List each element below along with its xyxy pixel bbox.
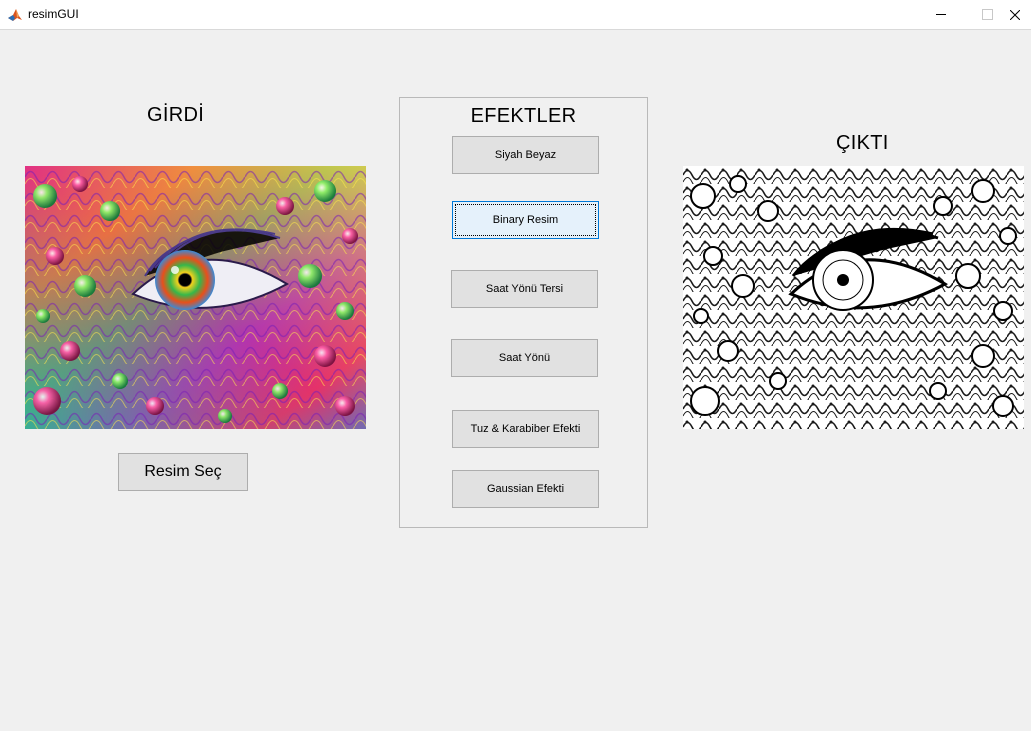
output-image — [683, 166, 1024, 429]
clockwise-button[interactable]: Saat Yönü — [451, 339, 598, 377]
output-heading: ÇIKTI — [836, 132, 889, 154]
close-button[interactable] — [1010, 0, 1031, 29]
salt-pepper-button[interactable]: Tuz & Karabiber Efekti — [452, 410, 599, 448]
input-image — [25, 166, 366, 429]
title-bar: resimGUI — [0, 0, 1031, 30]
gaussian-button[interactable]: Gaussian Efekti — [452, 470, 599, 508]
minimize-icon — [936, 14, 946, 15]
input-heading: GİRDİ — [147, 104, 205, 126]
minimize-button[interactable] — [918, 0, 964, 29]
maximize-button[interactable] — [964, 0, 1010, 29]
binary-image-button[interactable]: Binary Resim — [452, 201, 599, 239]
matlab-app-icon — [7, 7, 23, 23]
maximize-icon — [981, 9, 993, 20]
window-title: resimGUI — [28, 7, 79, 21]
black-white-button[interactable]: Siyah Beyaz — [452, 136, 599, 174]
select-image-button[interactable]: Resim Seç — [118, 453, 248, 491]
close-icon — [1010, 9, 1020, 20]
counterclockwise-button[interactable]: Saat Yönü Tersi — [451, 270, 598, 308]
effects-title: EFEKTLER — [470, 105, 577, 127]
